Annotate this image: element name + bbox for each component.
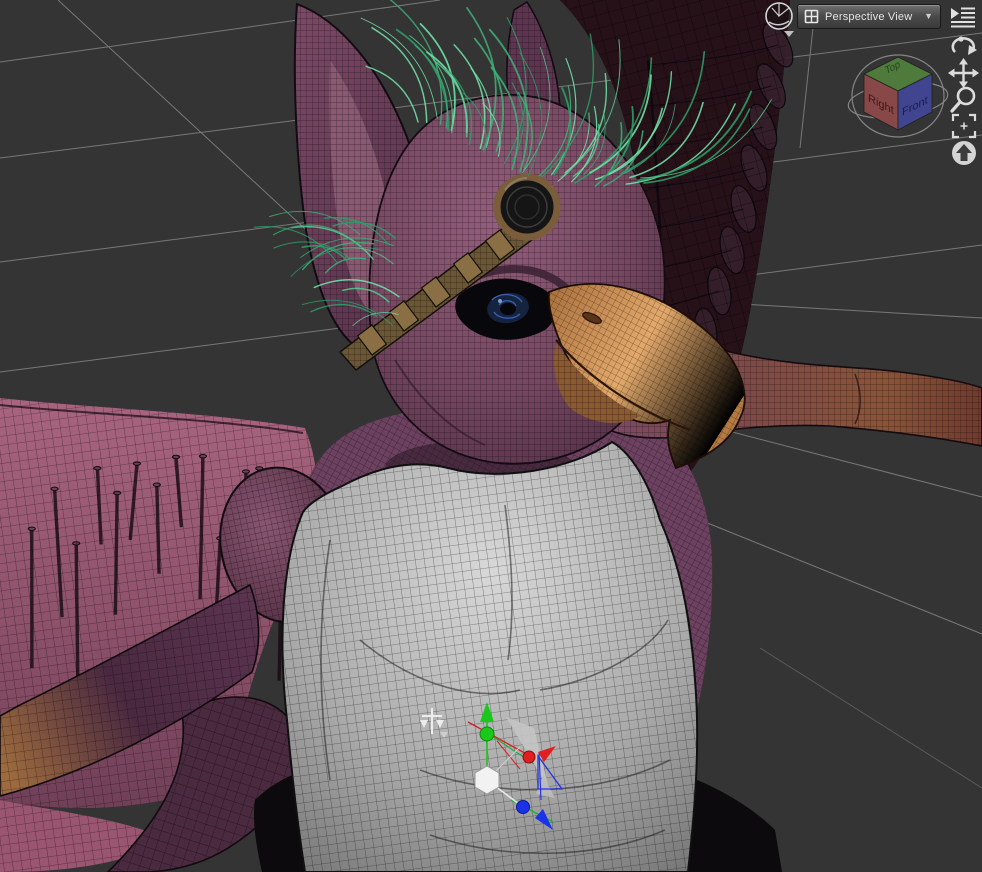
gizmo-y-ball[interactable] [479, 726, 495, 742]
gizmo-z-ball[interactable] [516, 800, 530, 814]
chevron-down-icon: ▼ [924, 11, 933, 21]
pane-icon [804, 9, 819, 24]
character-model[interactable] [0, 0, 982, 872]
viewport-menu-icon [951, 7, 975, 27]
shaded-sphere-icon [765, 2, 794, 37]
view-selector-label: Perspective View [825, 10, 913, 23]
viewport[interactable]: Perspective View ▼ Top Right Front [0, 0, 982, 872]
viewport-menu-button[interactable] [948, 3, 978, 29]
chevron-down-icon[interactable] [784, 31, 794, 37]
gizmo-x-ball[interactable] [522, 750, 536, 764]
goggle-lens [493, 173, 561, 241]
vest[interactable] [281, 441, 699, 872]
view-cube[interactable]: Top Right Front [838, 38, 962, 152]
view-selector-dropdown[interactable]: Perspective View ▼ [797, 4, 941, 29]
draw-style-selector[interactable] [762, 1, 798, 39]
viewport-canvas[interactable] [0, 0, 982, 872]
